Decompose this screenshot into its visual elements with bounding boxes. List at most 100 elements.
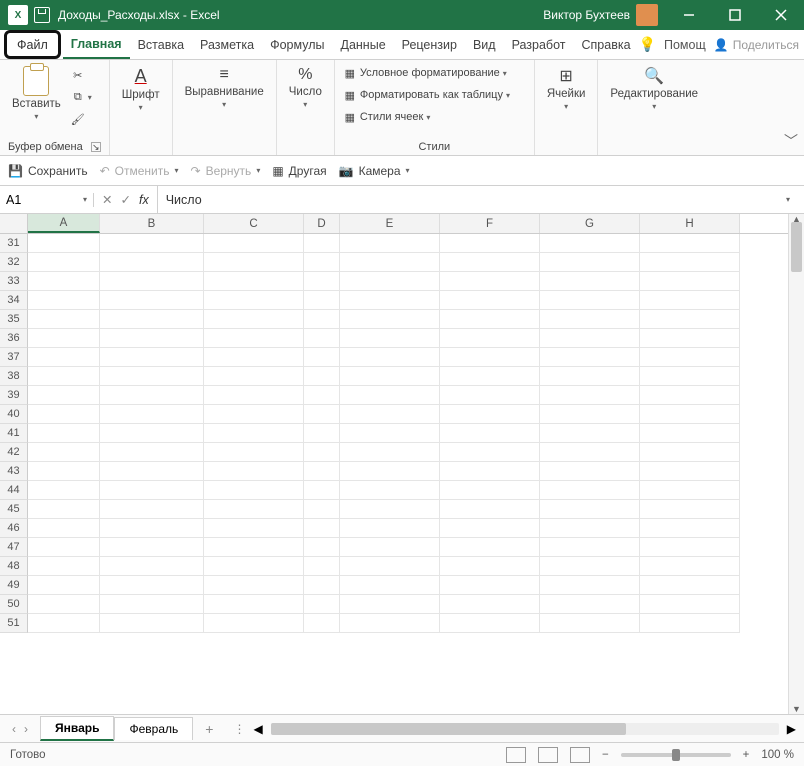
cell[interactable] — [100, 576, 204, 595]
save-icon[interactable] — [34, 7, 50, 23]
cell[interactable] — [440, 386, 540, 405]
cell[interactable] — [640, 462, 740, 481]
cell[interactable] — [204, 367, 304, 386]
hscrollbar-thumb[interactable] — [271, 723, 627, 735]
cell[interactable] — [640, 310, 740, 329]
cell[interactable] — [28, 462, 100, 481]
cell[interactable] — [28, 234, 100, 253]
cell[interactable] — [204, 557, 304, 576]
dialog-launcher-icon[interactable]: ↘ — [91, 142, 101, 152]
row-header[interactable]: 45 — [0, 500, 28, 519]
cell[interactable] — [28, 424, 100, 443]
cell[interactable] — [440, 481, 540, 500]
cell[interactable] — [28, 253, 100, 272]
cell[interactable] — [640, 234, 740, 253]
horizontal-scrollbar[interactable] — [271, 723, 779, 735]
hscroll-options[interactable]: ⋮ — [233, 722, 245, 736]
column-header[interactable]: C — [204, 214, 304, 233]
cell[interactable] — [100, 348, 204, 367]
cell[interactable] — [304, 595, 340, 614]
cell[interactable] — [340, 538, 440, 557]
cell[interactable] — [100, 329, 204, 348]
vertical-scrollbar[interactable]: ▲ ▼ — [788, 214, 804, 714]
paste-button[interactable]: Вставить ▾ — [8, 64, 65, 123]
scroll-down-arrow[interactable]: ▼ — [789, 704, 804, 714]
cell[interactable] — [440, 595, 540, 614]
cell[interactable] — [340, 481, 440, 500]
cell[interactable] — [28, 557, 100, 576]
row-header[interactable]: 47 — [0, 538, 28, 557]
cell[interactable] — [204, 576, 304, 595]
cell[interactable] — [304, 576, 340, 595]
scrollbar-thumb[interactable] — [791, 222, 802, 272]
cell[interactable] — [540, 367, 640, 386]
tab-help[interactable]: Справка — [574, 30, 639, 59]
cell[interactable] — [640, 538, 740, 557]
row-header[interactable]: 40 — [0, 405, 28, 424]
cell[interactable] — [640, 519, 740, 538]
cell[interactable] — [28, 329, 100, 348]
column-header[interactable]: E — [340, 214, 440, 233]
tab-layout[interactable]: Разметка — [192, 30, 262, 59]
scroll-right-arrow[interactable]: ▶ — [787, 722, 796, 736]
cell[interactable] — [204, 614, 304, 633]
cell[interactable] — [640, 272, 740, 291]
cell[interactable] — [204, 234, 304, 253]
sheet-nav-prev[interactable]: ‹ — [12, 722, 16, 736]
row-header[interactable]: 46 — [0, 519, 28, 538]
cell[interactable] — [204, 405, 304, 424]
cells-button[interactable]: ⊞ Ячейки ▾ — [543, 64, 590, 113]
cell[interactable] — [204, 329, 304, 348]
cell[interactable] — [28, 310, 100, 329]
cell[interactable] — [340, 367, 440, 386]
cell[interactable] — [540, 424, 640, 443]
cell[interactable] — [340, 310, 440, 329]
cell[interactable] — [640, 443, 740, 462]
name-box[interactable]: A1▾ — [0, 193, 94, 207]
cell[interactable] — [540, 348, 640, 367]
cell[interactable] — [340, 405, 440, 424]
row-header[interactable]: 48 — [0, 557, 28, 576]
zoom-out-button[interactable]: − — [602, 749, 609, 761]
cell[interactable] — [304, 424, 340, 443]
row-header[interactable]: 38 — [0, 367, 28, 386]
cancel-formula-icon[interactable]: ✕ — [102, 192, 112, 207]
accept-formula-icon[interactable]: ✓ — [120, 192, 130, 207]
tab-home[interactable]: Главная — [63, 30, 130, 59]
cell[interactable] — [304, 272, 340, 291]
cell[interactable] — [204, 538, 304, 557]
cell[interactable] — [440, 310, 540, 329]
cell[interactable] — [304, 614, 340, 633]
cell[interactable] — [440, 329, 540, 348]
cell[interactable] — [100, 443, 204, 462]
zoom-slider-thumb[interactable] — [672, 749, 680, 761]
close-button[interactable] — [758, 0, 804, 30]
camera-button[interactable]: 📷Камера▾ — [339, 164, 410, 178]
cell[interactable] — [204, 253, 304, 272]
cell[interactable] — [540, 595, 640, 614]
column-header[interactable]: G — [540, 214, 640, 233]
row-header[interactable]: 42 — [0, 443, 28, 462]
cell[interactable] — [640, 424, 740, 443]
cell[interactable] — [28, 291, 100, 310]
cell[interactable] — [640, 500, 740, 519]
cell[interactable] — [440, 557, 540, 576]
tab-developer[interactable]: Разработ — [504, 30, 574, 59]
cell[interactable] — [340, 386, 440, 405]
cell[interactable] — [204, 519, 304, 538]
cell[interactable] — [440, 291, 540, 310]
add-sheet-button[interactable]: + — [193, 721, 225, 737]
select-all-corner[interactable] — [0, 214, 28, 233]
cell[interactable] — [204, 348, 304, 367]
row-header[interactable]: 50 — [0, 595, 28, 614]
cell[interactable] — [640, 405, 740, 424]
cell[interactable] — [204, 291, 304, 310]
other-button[interactable]: ▦Другая — [272, 164, 326, 178]
cell[interactable] — [100, 538, 204, 557]
cell[interactable] — [100, 234, 204, 253]
column-header[interactable]: F — [440, 214, 540, 233]
cell[interactable] — [640, 367, 740, 386]
cell[interactable] — [340, 291, 440, 310]
cell[interactable] — [304, 538, 340, 557]
cell[interactable] — [440, 462, 540, 481]
